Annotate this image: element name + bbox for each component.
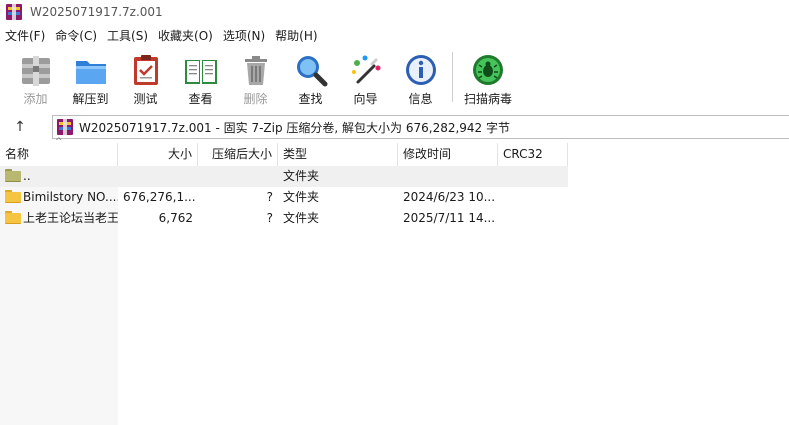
view-label: 查看 <box>188 92 213 106</box>
table-row[interactable]: .. 文件夹 <box>0 166 568 187</box>
packed-cell: ? <box>266 190 273 204</box>
column-size[interactable]: 大小 <box>118 143 198 166</box>
add-button[interactable]: 添加 <box>8 48 63 108</box>
find-button[interactable]: 查找 <box>283 48 338 108</box>
modified-cell: 2025/7/11 14... <box>403 211 496 225</box>
clipboard-check-icon <box>128 52 164 88</box>
column-packed[interactable]: 压缩后大小 <box>198 143 278 166</box>
info-icon <box>403 52 439 88</box>
crc-cell <box>498 166 568 187</box>
wizard-button[interactable]: 向导 <box>338 48 393 108</box>
sort-caret-icon: ^ <box>55 137 63 147</box>
address-text: W2025071917.7z.001 - 固实 7-Zip 压缩分卷, 解包大小… <box>79 120 511 135</box>
table-row[interactable]: Bimilstory NO.... 676,276,1... ? 文件夹 202… <box>0 187 568 208</box>
packed-cell <box>198 166 278 187</box>
test-label: 测试 <box>133 92 158 106</box>
column-name[interactable]: ^ 名称 <box>0 137 118 166</box>
up-arrow-icon[interactable]: ↑ <box>10 118 30 136</box>
winrar-app-icon <box>6 4 22 20</box>
scan-virus-button[interactable]: 扫描病毒 <box>457 48 519 108</box>
type-cell: 文件夹 <box>283 190 320 204</box>
wizard-label: 向导 <box>353 92 378 106</box>
add-label: 添加 <box>23 92 48 106</box>
column-modified[interactable]: 修改时间 <box>398 143 498 166</box>
parent-folder-icon <box>5 169 21 182</box>
name-text: 上老王论坛当老王 <box>23 211 118 225</box>
folder-icon <box>5 211 21 224</box>
info-button[interactable]: 信息 <box>393 48 448 108</box>
view-button[interactable]: 查看 <box>173 48 228 108</box>
column-crc32-label: CRC32 <box>503 147 543 161</box>
add-archive-icon <box>18 52 54 88</box>
magic-wand-icon <box>348 52 384 88</box>
toolbar-separator <box>452 52 453 102</box>
extract-folder-icon <box>73 52 109 88</box>
column-type[interactable]: 类型 <box>278 143 398 166</box>
virus-scan-icon <box>470 52 506 88</box>
extract-to-label: 解压到 <box>72 92 109 106</box>
name-text: .. <box>23 169 31 183</box>
size-cell: 6,762 <box>158 211 193 225</box>
toolbar: 添加 解压到 测试 查看 删除 查找 向导 信息 扫描病毒 <box>0 48 789 110</box>
delete-button[interactable]: 删除 <box>228 48 283 108</box>
column-header: ^ 名称 大小 压缩后大小 类型 修改时间 CRC32 <box>0 137 568 166</box>
menu-help[interactable]: 帮助(H) <box>270 26 322 46</box>
type-cell: 文件夹 <box>283 211 320 225</box>
column-type-label: 类型 <box>283 147 308 161</box>
type-cell: 文件夹 <box>283 169 320 183</box>
scan-virus-label: 扫描病毒 <box>463 92 512 106</box>
address-bar: ↑ W2025071917.7z.001 - 固实 7-Zip 压缩分卷, 解包… <box>0 114 789 140</box>
menu-bar: 文件(F) 命令(C) 工具(S) 收藏夹(O) 选项(N) 帮助(H) <box>0 26 323 46</box>
column-size-label: 大小 <box>167 147 192 161</box>
table-row[interactable]: 上老王论坛当老王 6,762 ? 文件夹 2025/7/11 14... <box>0 208 568 229</box>
packed-cell: ? <box>266 211 273 225</box>
file-list: .. 文件夹 Bimilstory NO.... 676,276,1... ? … <box>0 166 568 229</box>
magnifier-icon <box>293 52 329 88</box>
title-bar: W2025071917.7z.001 <box>0 0 789 24</box>
menu-commands[interactable]: 命令(C) <box>50 26 102 46</box>
column-modified-label: 修改时间 <box>403 147 452 161</box>
name-cell: 上老王论坛当老王 <box>0 208 118 229</box>
test-button[interactable]: 测试 <box>118 48 173 108</box>
open-book-icon <box>183 52 219 88</box>
find-label: 查找 <box>298 92 323 106</box>
window-title: W2025071917.7z.001 <box>30 5 163 19</box>
crc-cell <box>498 208 568 229</box>
menu-tools[interactable]: 工具(S) <box>102 26 153 46</box>
column-name-label: 名称 <box>5 147 30 161</box>
modified-cell <box>398 166 498 187</box>
size-cell: 676,276,1... <box>123 190 196 204</box>
menu-file[interactable]: 文件(F) <box>0 26 50 46</box>
extract-to-button[interactable]: 解压到 <box>63 48 118 108</box>
menu-favorites[interactable]: 收藏夹(O) <box>153 26 218 46</box>
address-field[interactable]: W2025071917.7z.001 - 固实 7-Zip 压缩分卷, 解包大小… <box>52 115 789 139</box>
folder-icon <box>5 190 21 203</box>
size-cell <box>118 166 198 187</box>
name-text: Bimilstory NO.... <box>23 190 118 204</box>
column-crc32[interactable]: CRC32 <box>498 143 568 166</box>
archive-icon <box>57 119 73 135</box>
delete-label: 删除 <box>243 92 268 106</box>
menu-options[interactable]: 选项(N) <box>218 26 270 46</box>
trash-can-icon <box>238 52 274 88</box>
name-cell: Bimilstory NO.... <box>0 187 118 208</box>
column-packed-label: 压缩后大小 <box>211 147 272 161</box>
modified-cell: 2024/6/23 10... <box>403 190 496 204</box>
crc-cell <box>498 187 568 208</box>
info-label: 信息 <box>408 92 433 106</box>
name-cell: .. <box>0 166 118 187</box>
